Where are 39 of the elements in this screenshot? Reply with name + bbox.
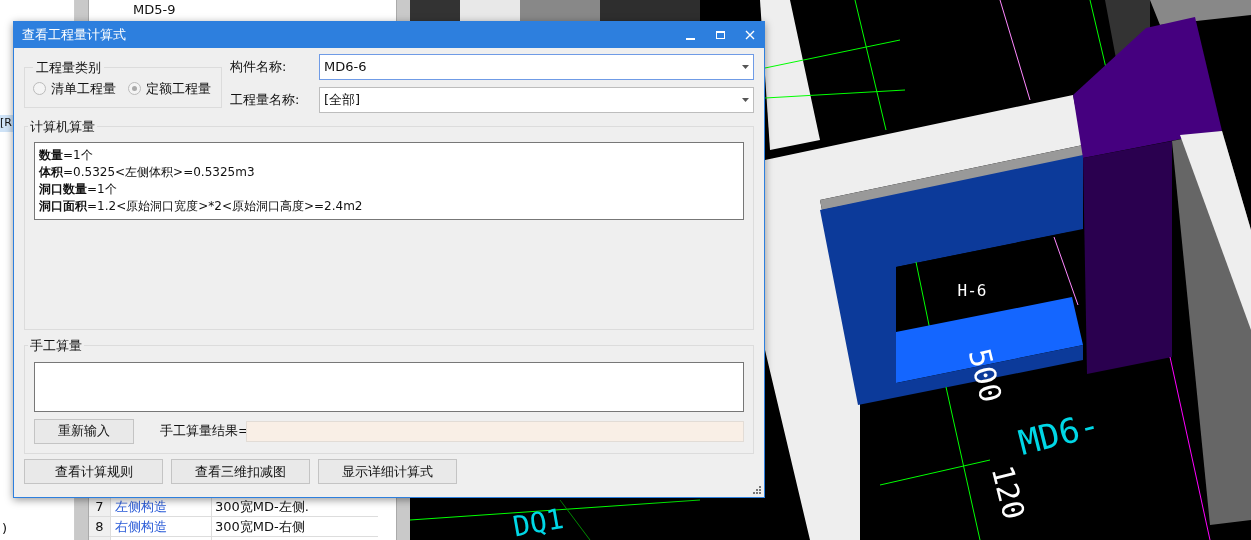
tree-item[interactable]: ) — [0, 518, 74, 538]
group-title: 手工算量 — [29, 337, 83, 355]
cad-label: H-6 — [957, 281, 987, 300]
table-cell-text: 300宽MD-左侧. — [214, 498, 310, 516]
maximize-icon — [715, 31, 725, 39]
formula-text-area[interactable]: 数量=1个 体积=0.5325<左侧体积>=0.5325m3 洞口数量=1个 洞口面积=1.2<原始洞口宽度>*2<原始洞口高度>=2.4m2 — [34, 141, 744, 220]
radio-option[interactable]: 定额工程量 — [128, 78, 211, 98]
tree-item[interactable]: [R — [0, 115, 13, 132]
resize-grip-icon — [753, 486, 762, 495]
table-cell[interactable]: 右侧构造 — [111, 517, 212, 536]
formula-line: 体积=0.5325<左侧体积>=0.5325m3 — [39, 163, 256, 181]
field-label: 构件名称: — [230, 58, 288, 77]
list-item[interactable]: MD5-9 — [133, 0, 396, 22]
dropdown-field[interactable]: MD6-6 — [319, 54, 754, 80]
formula-line: 洞口数量=1个 — [39, 180, 118, 198]
cad-label: DQ1 — [510, 502, 567, 540]
result-field[interactable] — [246, 420, 744, 442]
action-button[interactable]: 查看三维扣减图 — [171, 459, 310, 484]
radio-option[interactable]: 清单工程量 — [33, 78, 116, 98]
close-icon — [745, 30, 755, 40]
action-button[interactable]: 查看计算规则 — [24, 459, 163, 484]
dropdown-field[interactable]: [全部] — [319, 87, 754, 113]
cad-label: MD6- — [1014, 404, 1104, 463]
table-cell-text: 300宽MD-右侧 — [214, 518, 306, 536]
dropdown-caret-icon — [742, 65, 749, 69]
window-title: 查看工程量计算式 — [22, 26, 127, 45]
manual-input-area[interactable] — [34, 361, 744, 412]
group-title: 工程量类别 — [35, 59, 102, 77]
group-title: 计算机算量 — [29, 118, 96, 136]
field-label: 工程量名称: — [230, 91, 301, 110]
row-number: 8 — [89, 517, 111, 536]
dropdown-caret-icon — [742, 98, 749, 102]
formula-line: 洞口面积=1.2<原始洞口宽度>*2<原始洞口高度>=2.4m2 — [39, 197, 364, 215]
formula-line: 数量=1个 — [39, 146, 94, 164]
minimize-icon — [685, 38, 695, 40]
cad-label: 500 — [961, 344, 1009, 406]
cad-label: 120 — [984, 461, 1032, 523]
action-button[interactable]: 显示详细计算式 — [318, 459, 457, 484]
reenter-button[interactable]: 重新输入 — [34, 418, 134, 444]
